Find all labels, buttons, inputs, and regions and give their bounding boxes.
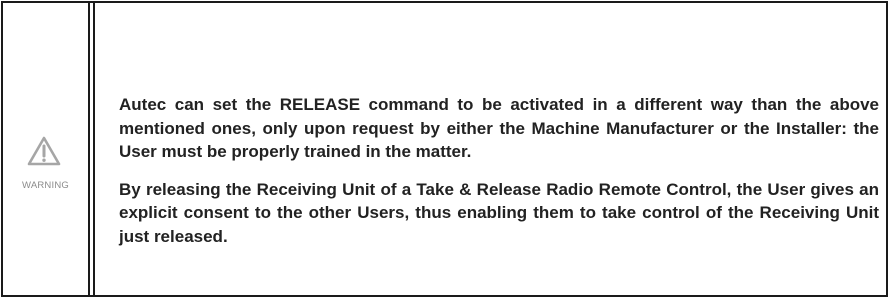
warning-triangle-icon [27,136,61,166]
warning-content: Autec can set the RELEASE command to be … [119,93,879,248]
warning-paragraph-release-command: Autec can set the RELEASE command to be … [119,95,879,161]
warning-side-column: WARNING [3,3,88,295]
warning-label: WARNING [22,180,69,191]
column-divider [88,3,95,295]
warning-box: WARNING Autec can set the RELEASE comman… [1,1,888,297]
warning-paragraph-take-release: By releasing the Receiving Unit of a Tak… [119,179,879,246]
